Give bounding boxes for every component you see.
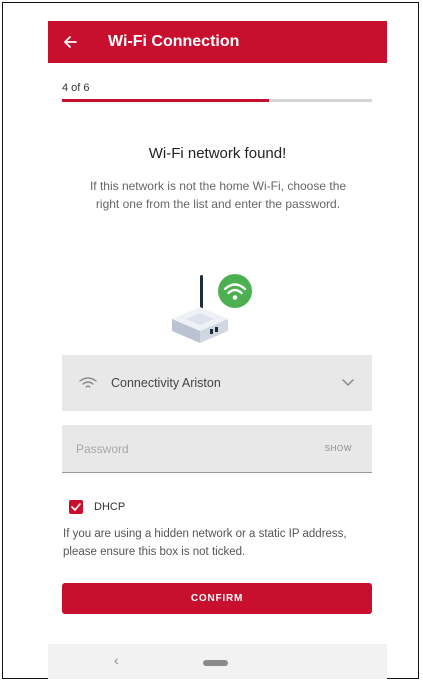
password-input[interactable] bbox=[76, 425, 325, 472]
dhcp-label: DHCP bbox=[94, 501, 126, 513]
nav-home-button[interactable] bbox=[203, 660, 228, 666]
system-nav-bar: ‹ bbox=[48, 644, 387, 679]
progress-bar-fill bbox=[62, 99, 269, 102]
dhcp-checkbox-row[interactable]: DHCP bbox=[69, 500, 125, 514]
checkmark-icon bbox=[71, 503, 81, 511]
arrow-left-icon bbox=[64, 36, 77, 48]
screenshot-frame: Wi-Fi Connection 4 of 6 Wi-Fi network fo… bbox=[2, 2, 419, 679]
description: If this network is not the home Wi-Fi, c… bbox=[89, 179, 347, 211]
nav-back-button[interactable]: ‹ bbox=[114, 652, 119, 668]
show-password-button[interactable]: SHOW bbox=[325, 444, 352, 453]
dhcp-hint: If you are using a hidden network or a s… bbox=[63, 528, 347, 558]
dhcp-checkbox[interactable] bbox=[69, 500, 83, 514]
page-title: Wi-Fi Connection bbox=[108, 33, 240, 50]
confirm-button[interactable]: CONFIRM bbox=[62, 583, 372, 614]
selected-network: Connectivity Ariston bbox=[111, 376, 221, 390]
progress-bar bbox=[62, 99, 372, 102]
wifi-icon bbox=[79, 377, 97, 388]
network-select[interactable]: Connectivity Ariston bbox=[62, 355, 372, 411]
step-indicator: 4 of 6 bbox=[62, 82, 90, 94]
app-bar: Wi-Fi Connection bbox=[48, 21, 387, 63]
phone-screen: Wi-Fi Connection 4 of 6 Wi-Fi network fo… bbox=[48, 21, 387, 679]
password-field: SHOW bbox=[62, 425, 372, 473]
router-illustration bbox=[162, 269, 272, 349]
headline: Wi-Fi network found! bbox=[148, 145, 287, 162]
chevron-down-icon bbox=[342, 379, 354, 386]
back-button[interactable] bbox=[48, 21, 92, 63]
router-wifi-icon bbox=[172, 274, 252, 343]
